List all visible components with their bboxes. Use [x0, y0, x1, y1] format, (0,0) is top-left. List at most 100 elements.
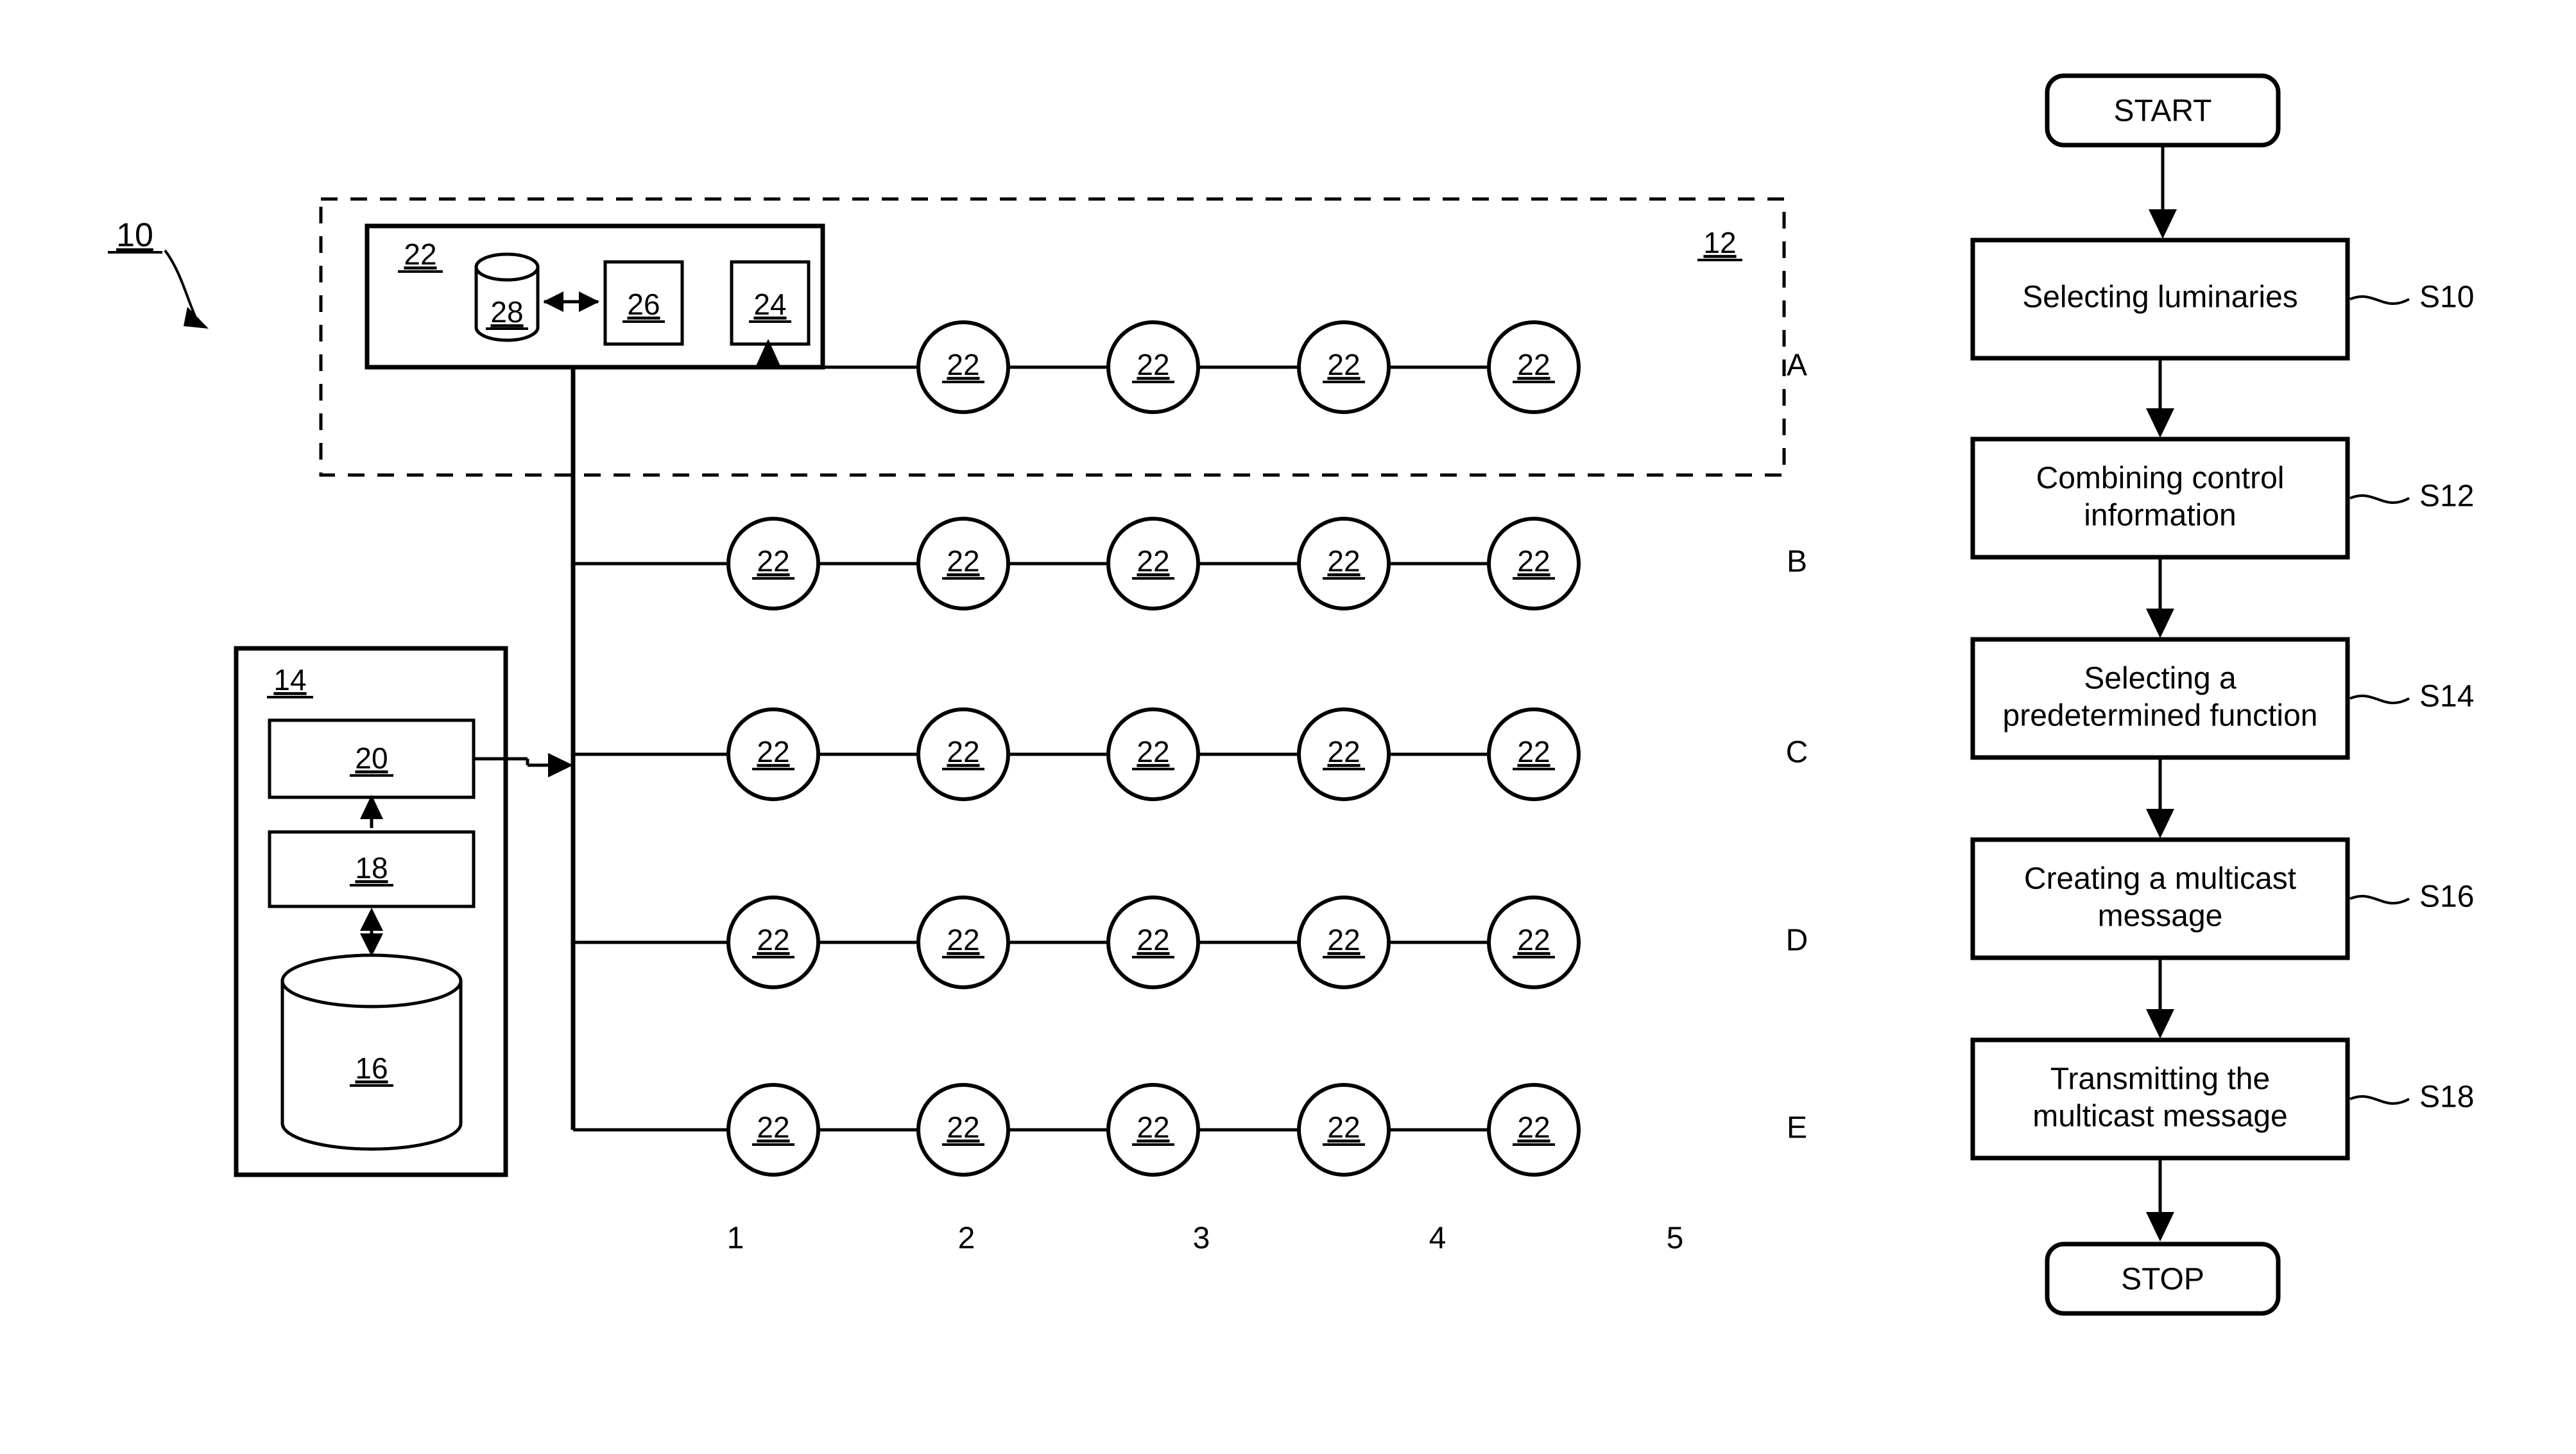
node-b5[interactable]: 22 [1487, 517, 1581, 610]
node-label: 22 [1327, 348, 1360, 381]
col-label-1: 1 [727, 1222, 744, 1256]
node-d3[interactable]: 22 [1106, 896, 1200, 989]
memory-cylinder-28: 28 [474, 252, 540, 342]
flow-step-s16: Creating a multicast message S16 [1970, 837, 2474, 960]
node-label: 22 [1137, 1111, 1169, 1144]
node-label: 22 [947, 1111, 979, 1144]
node-a4[interactable]: 22 [1297, 320, 1391, 414]
node-d1[interactable]: 22 [726, 896, 820, 989]
flow-step-s14-id: S14 [2419, 680, 2474, 714]
node-label: 22 [1517, 923, 1550, 956]
processor-box-26: 26 [603, 260, 684, 346]
node-label: 22 [1327, 735, 1360, 768]
flow-step-s12-id: S12 [2419, 480, 2474, 514]
col-label-5: 5 [1667, 1222, 1684, 1256]
flow-step-s14-text-line1: Selecting a [2084, 662, 2237, 696]
node-c1[interactable]: 22 [726, 707, 820, 801]
memory-label-28: 28 [490, 295, 523, 329]
node-c3[interactable]: 22 [1106, 707, 1200, 801]
node-label: 22 [757, 1111, 789, 1144]
row-label-b: B [1787, 545, 1807, 579]
col-label-2: 2 [958, 1222, 975, 1256]
controller-label-20: 20 [355, 741, 388, 775]
grid-column-labels: 1 2 3 4 5 [727, 1222, 1684, 1256]
label-10: 10 [116, 217, 153, 254]
node-label: 22 [757, 735, 789, 768]
controller-label-18: 18 [355, 851, 388, 885]
controller-box-14: 14 20 18 16 [234, 646, 508, 1177]
controller-processor-18: 18 [268, 830, 476, 908]
node-c4[interactable]: 22 [1297, 707, 1391, 801]
node-c5[interactable]: 22 [1487, 707, 1581, 801]
flow-arrow-s18-to-stop [2146, 1158, 2174, 1242]
node-label: 22 [1517, 1111, 1550, 1144]
node-d2[interactable]: 22 [916, 896, 1010, 989]
flow-step-s12: Combining control information S12 [1970, 437, 2474, 560]
controller-label-16: 16 [355, 1052, 388, 1085]
node-e1[interactable]: 22 [726, 1083, 820, 1177]
node-label: 22 [947, 348, 979, 381]
node-label: 22 [1137, 735, 1169, 768]
patent-figure: 10 12 22 28 26 24 14 20 18 16 22 22 22 2… [108, 73, 2474, 1316]
flow-step-s12-text-line2: information [2084, 499, 2236, 533]
flow-start-node: START [2045, 73, 2281, 148]
node-a2[interactable]: 22 [916, 320, 1010, 414]
flow-step-s16-text-line2: message [2098, 899, 2223, 933]
row-label-c: C [1786, 736, 1808, 770]
node-b2[interactable]: 22 [916, 517, 1010, 610]
node-b3[interactable]: 22 [1106, 517, 1200, 610]
node-e2[interactable]: 22 [916, 1083, 1010, 1177]
row-label-a: A [1787, 349, 1807, 383]
flow-step-s18: Transmitting the multicast message S18 [1970, 1037, 2474, 1161]
label-12: 12 [1703, 226, 1736, 259]
node-label: 22 [1327, 544, 1360, 578]
node-e5[interactable]: 22 [1487, 1083, 1581, 1177]
luminaire-detail-box: 22 28 26 24 [365, 223, 825, 370]
grid-row-labels: A B C D E [1786, 349, 1808, 1145]
flow-stop-node: STOP [2045, 1242, 2281, 1316]
flow-arrow-start-to-s10 [2149, 145, 2177, 239]
flow-step-s16-text-line1: Creating a multicast [2024, 862, 2296, 896]
col-label-4: 4 [1429, 1222, 1447, 1256]
receiver-box-24: 24 [730, 260, 811, 346]
node-label: 22 [1137, 923, 1169, 956]
node-b4[interactable]: 22 [1297, 517, 1391, 610]
node-label: 22 [1137, 544, 1169, 578]
flow-arrow-s12-to-s14 [2146, 557, 2174, 638]
controller-label-14: 14 [273, 663, 306, 697]
node-e4[interactable]: 22 [1297, 1083, 1391, 1177]
node-c2[interactable]: 22 [916, 707, 1010, 801]
flow-arrow-s14-to-s16 [2146, 757, 2174, 838]
node-d5[interactable]: 22 [1487, 896, 1581, 989]
node-label: 22 [1517, 544, 1550, 578]
node-d4[interactable]: 22 [1297, 896, 1391, 989]
node-label: 22 [757, 544, 789, 578]
node-b1[interactable]: 22 [726, 517, 820, 610]
receiver-label-24: 24 [753, 288, 786, 321]
flow-step-s10: Selecting luminaries S10 [1970, 238, 2474, 361]
col-label-3: 3 [1193, 1222, 1210, 1256]
node-label: 22 [757, 923, 789, 956]
node-label: 22 [1327, 923, 1360, 956]
flow-arrow-s10-to-s12 [2146, 358, 2174, 438]
node-label: 22 [1517, 348, 1550, 381]
flow-stop-label: STOP [2121, 1263, 2204, 1297]
node-a5[interactable]: 22 [1487, 320, 1581, 414]
flow-step-s18-text-line2: multicast message [2032, 1100, 2287, 1134]
flow-step-s14-text-line2: predetermined function [2003, 699, 2318, 733]
system-reference-10: 10 [108, 217, 209, 329]
luminaire-detail-label-22: 22 [404, 238, 436, 271]
node-e3[interactable]: 22 [1106, 1083, 1200, 1177]
flow-step-s10-text: Selecting luminaries [2022, 281, 2298, 315]
flow-arrow-s16-to-s18 [2146, 958, 2174, 1039]
node-label: 22 [1137, 348, 1169, 381]
node-a3[interactable]: 22 [1106, 320, 1200, 414]
node-label: 22 [947, 735, 979, 768]
controller-transmitter-20: 20 [268, 718, 476, 799]
row-label-e: E [1787, 1111, 1807, 1145]
flow-step-s18-text-line1: Transmitting the [2050, 1062, 2270, 1096]
node-label: 22 [1327, 1111, 1360, 1144]
node-label: 22 [947, 923, 979, 956]
node-label: 22 [1517, 735, 1550, 768]
flow-step-s16-id: S16 [2419, 880, 2474, 914]
